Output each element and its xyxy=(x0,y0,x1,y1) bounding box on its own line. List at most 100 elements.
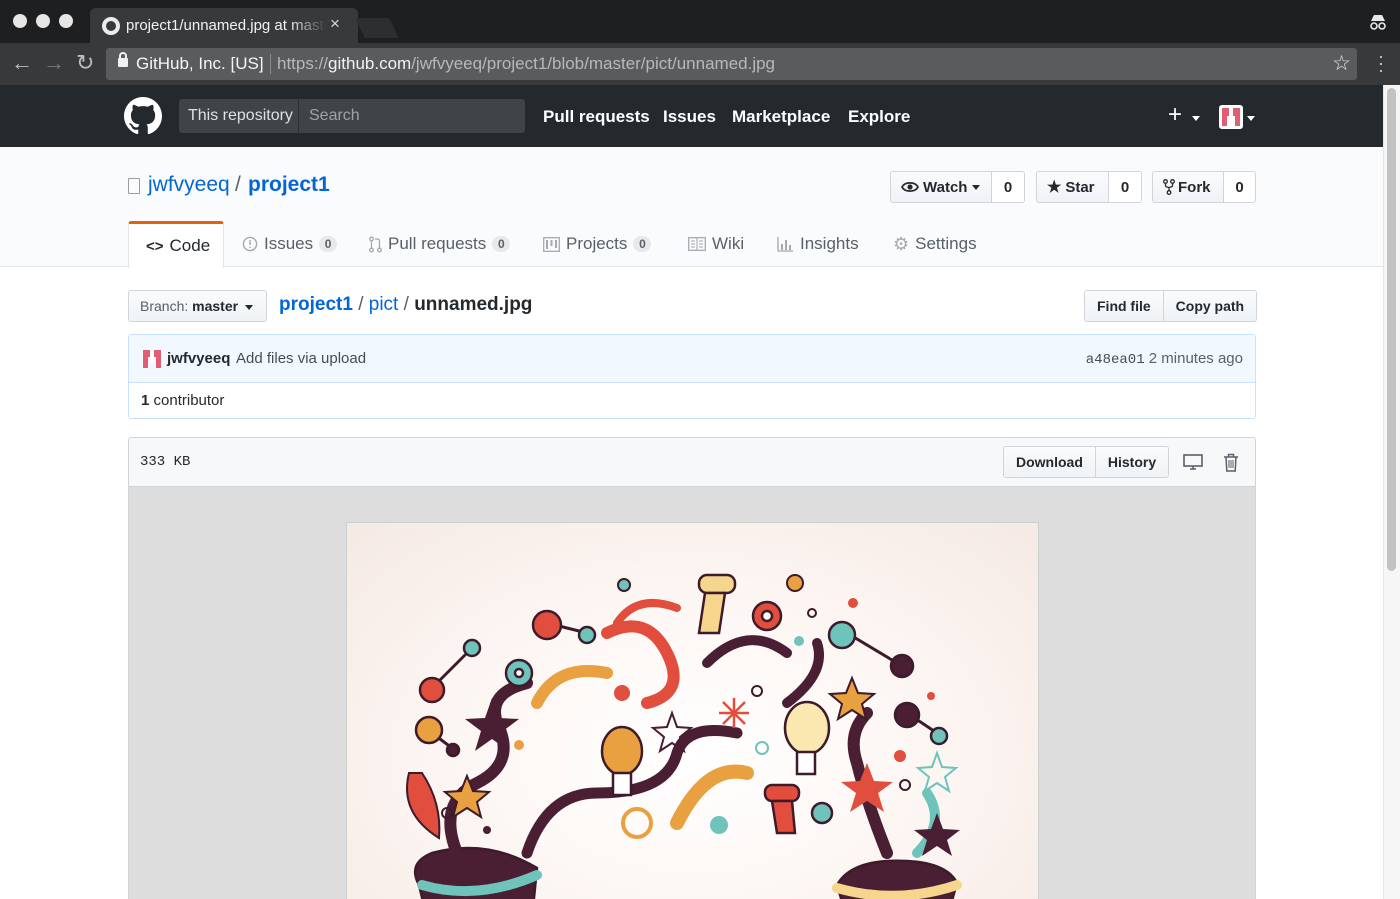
watch-label: Watch xyxy=(923,178,968,196)
breadcrumb-separator: / xyxy=(403,294,409,315)
header-nav-pull-requests[interactable]: Pull requests xyxy=(543,107,650,127)
eye-icon xyxy=(901,181,919,193)
project-icon xyxy=(543,236,560,252)
close-window-button[interactable] xyxy=(13,14,27,28)
bookmark-star-icon[interactable]: ☆ xyxy=(1332,51,1351,76)
tab-projects-label: Projects xyxy=(566,234,628,253)
github-logo-icon[interactable] xyxy=(124,97,162,135)
scrollbar-thumb[interactable] xyxy=(1387,88,1396,571)
ev-certificate-label[interactable]: GitHub, Inc. [US] xyxy=(136,54,264,74)
repo-owner-link[interactable]: jwfvyeeq xyxy=(148,173,230,197)
watch-control: Watch 0 xyxy=(890,171,1025,203)
gear-icon: ⚙ xyxy=(893,233,910,254)
user-avatar[interactable] xyxy=(1219,105,1243,129)
tab-insights-label: Insights xyxy=(800,234,859,253)
breadcrumb-folder-link[interactable]: pict xyxy=(369,294,399,315)
tab-pull-requests[interactable]: Pull requests 0 xyxy=(353,221,526,267)
tab-wiki-label: Wiki xyxy=(712,234,745,253)
create-new-plus-icon[interactable]: + xyxy=(1168,103,1182,127)
latest-commit: jwfvyeeq Add files via upload a48ea01 2 … xyxy=(129,335,1255,383)
graph-icon xyxy=(777,236,793,252)
tab-issues-label: Issues xyxy=(264,234,314,253)
tab-pull-requests-label: Pull requests xyxy=(388,234,487,253)
new-tab-button[interactable] xyxy=(355,18,399,38)
open-in-desktop-icon[interactable] xyxy=(1183,454,1203,471)
repo-name-link[interactable]: project1 xyxy=(248,173,330,197)
issue-icon xyxy=(242,236,258,252)
tab-projects[interactable]: Projects 0 xyxy=(527,221,667,267)
tab-code[interactable]: <> Code xyxy=(128,221,224,268)
star-icon: ★ xyxy=(1047,179,1062,196)
tab-settings[interactable]: ⚙ Settings xyxy=(877,221,993,267)
breadcrumb: project1 / pict / unnamed.jpg xyxy=(279,294,532,316)
browser-titlebar: project1/unnamed.jpg at master × xyxy=(0,0,1400,43)
tab-code-label: Code xyxy=(169,236,211,255)
user-menu-caret-icon[interactable] xyxy=(1247,116,1255,121)
file-actions: Download History xyxy=(1003,446,1170,478)
branch-prefix: Branch: xyxy=(140,298,189,314)
file-size: 333 KB xyxy=(140,454,191,470)
fork-control: Fork 0 xyxy=(1152,171,1256,203)
browser-tab[interactable]: project1/unnamed.jpg at master × xyxy=(90,8,358,43)
commit-message-link[interactable]: Add files via upload xyxy=(236,350,366,367)
address-toolbar: ← → ↻ GitHub, Inc. [US] https://github.c… xyxy=(0,43,1400,85)
book-icon xyxy=(688,237,706,251)
lock-icon xyxy=(118,52,128,67)
github-favicon-icon xyxy=(102,17,120,35)
code-icon: <> xyxy=(146,237,164,255)
tab-issues[interactable]: Issues 0 xyxy=(226,221,353,267)
tab-close-icon[interactable]: × xyxy=(330,14,340,34)
header-search[interactable]: This repository Search xyxy=(179,99,525,133)
watch-caret-icon xyxy=(972,184,981,190)
contributors-label: contributor xyxy=(153,392,225,409)
breadcrumb-current-file: unnamed.jpg xyxy=(414,294,533,315)
file-header: 333 KB Download History xyxy=(129,438,1255,487)
image-preview xyxy=(346,522,1039,899)
delete-file-trash-icon[interactable] xyxy=(1223,453,1239,472)
contributors-link[interactable]: 1 contributor xyxy=(141,392,224,409)
header-nav-marketplace[interactable]: Marketplace xyxy=(732,107,830,127)
forward-button[interactable]: → xyxy=(43,52,65,74)
fork-button[interactable]: Fork xyxy=(1152,171,1224,203)
reload-button[interactable]: ↻ xyxy=(76,52,94,74)
star-label: Star xyxy=(1065,178,1095,196)
star-control: ★ Star 0 xyxy=(1036,171,1142,203)
breadcrumb-separator: / xyxy=(358,294,364,315)
header-nav-issues[interactable]: Issues xyxy=(663,107,716,127)
url-text[interactable]: https://github.com/jwfvyeeq/project1/blo… xyxy=(277,54,775,74)
watch-button[interactable]: Watch xyxy=(890,171,992,203)
header-nav-explore[interactable]: Explore xyxy=(848,107,910,127)
repo-icon xyxy=(128,178,140,194)
github-header: This repository Search Pull requests Iss… xyxy=(0,85,1383,147)
download-button[interactable]: Download xyxy=(1003,446,1096,478)
star-count[interactable]: 0 xyxy=(1109,171,1142,203)
create-new-caret-icon[interactable] xyxy=(1192,116,1200,121)
tab-title: project1/unnamed.jpg at master xyxy=(126,17,326,34)
history-button[interactable]: History xyxy=(1095,446,1170,478)
breadcrumb-root-link[interactable]: project1 xyxy=(279,294,353,315)
file-nav-actions: Find file Copy path xyxy=(1084,290,1258,322)
page-scrollbar[interactable] xyxy=(1383,85,1400,899)
branch-select-button[interactable]: Branch: master xyxy=(128,290,267,322)
browser-menu-icon[interactable]: · · · xyxy=(1378,47,1384,79)
fork-count[interactable]: 0 xyxy=(1224,171,1256,203)
tab-settings-label: Settings xyxy=(915,234,977,253)
projects-count: 0 xyxy=(633,236,652,252)
minimize-window-button[interactable] xyxy=(36,14,50,28)
copy-path-button[interactable]: Copy path xyxy=(1163,290,1258,322)
issues-count: 0 xyxy=(319,236,338,252)
contributors-count: 1 xyxy=(141,392,150,409)
tab-wiki[interactable]: Wiki xyxy=(672,221,760,267)
star-button[interactable]: ★ Star xyxy=(1036,171,1109,203)
search-input[interactable]: Search xyxy=(309,107,360,125)
commit-author-link[interactable]: jwfvyeeq xyxy=(167,350,230,367)
author-avatar[interactable] xyxy=(142,349,162,369)
tab-insights[interactable]: Insights xyxy=(761,221,875,267)
address-bar[interactable]: GitHub, Inc. [US] https://github.com/jwf… xyxy=(106,48,1357,80)
find-file-button[interactable]: Find file xyxy=(1084,290,1164,322)
commit-sha-link[interactable]: a48ea01 xyxy=(1086,352,1145,368)
back-button[interactable]: ← xyxy=(11,52,33,74)
zoom-window-button[interactable] xyxy=(59,14,73,28)
branch-caret-icon xyxy=(244,304,253,310)
watch-count[interactable]: 0 xyxy=(992,171,1025,203)
